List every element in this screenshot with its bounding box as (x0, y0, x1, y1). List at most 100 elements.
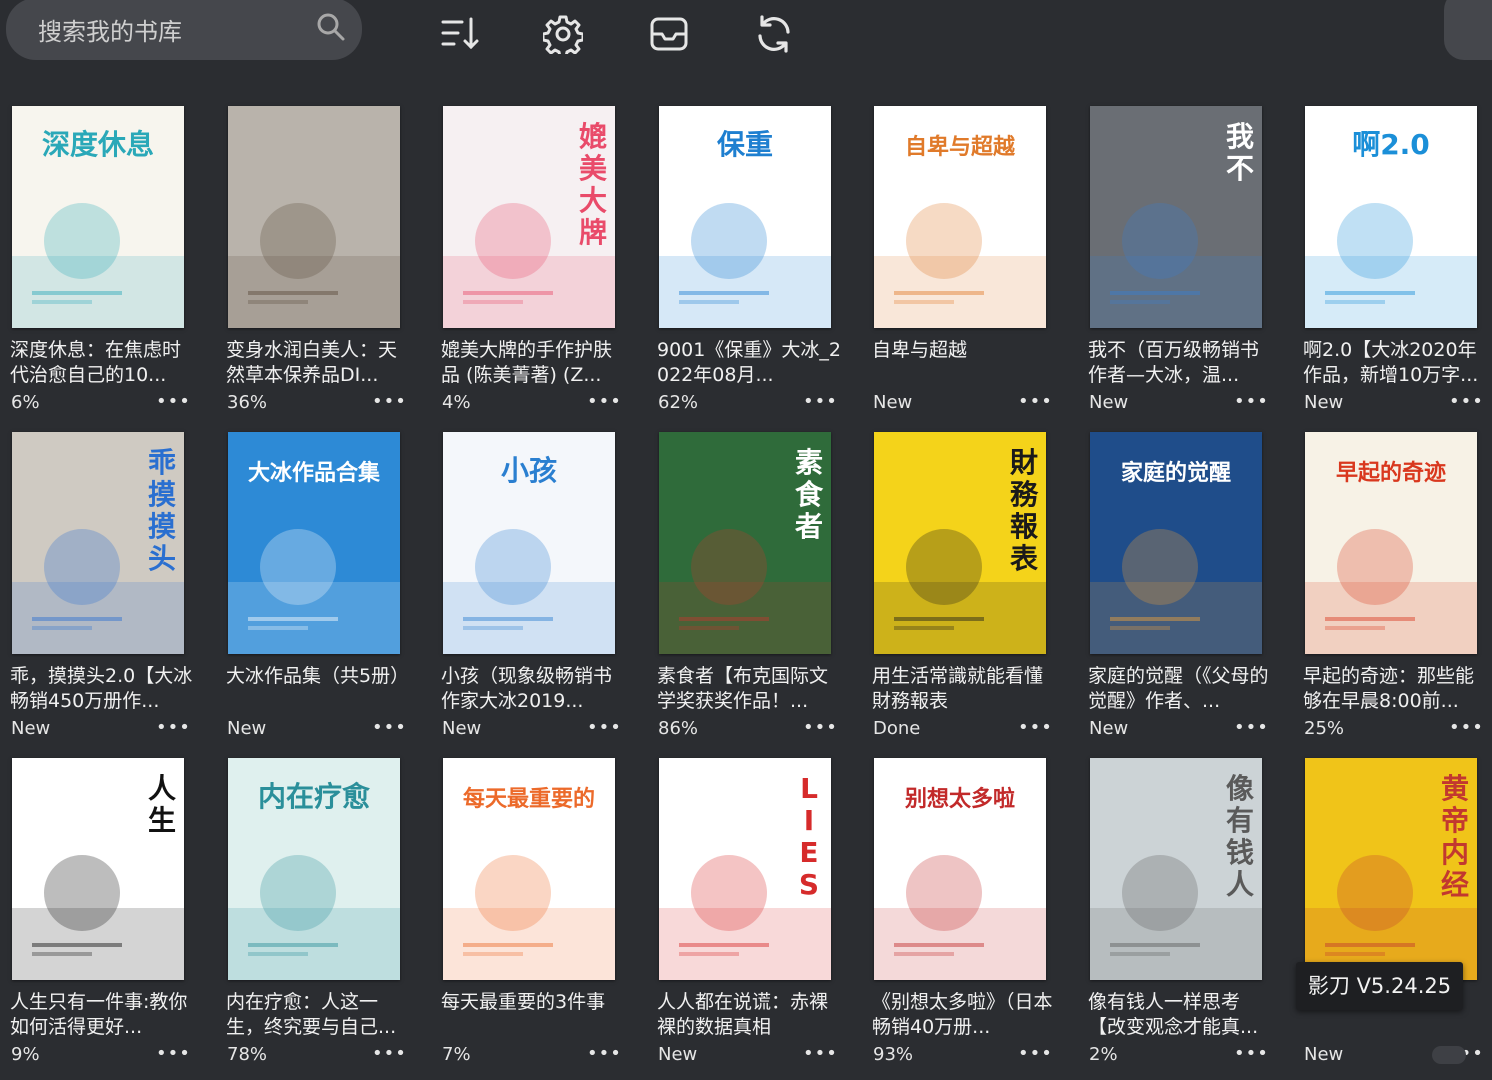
more-options-icon[interactable]: ••• (803, 717, 838, 738)
more-options-icon[interactable]: ••• (372, 717, 407, 738)
sync-icon[interactable] (754, 14, 794, 54)
book-cover[interactable]: 小孩 (443, 432, 615, 654)
book-card[interactable]: 像有钱人 像有钱人一样思考【改变观念才能真... 2% ••• (1078, 758, 1274, 1068)
book-cover[interactable] (228, 106, 400, 328)
more-options-icon[interactable]: ••• (587, 717, 622, 738)
book-cover[interactable]: 像有钱人 (1090, 758, 1262, 980)
svg-text:黄: 黄 (1441, 772, 1469, 805)
window-corner-button[interactable] (1444, 0, 1492, 60)
book-title: 《别想太多啦》（日本畅销40万册... (872, 991, 1053, 1038)
cover-art: LIES (659, 758, 831, 980)
book-title: 大冰作品集（共5册） (226, 665, 410, 687)
book-card[interactable]: 財務報表 用生活常識就能看懂財務報表 Done ••• (862, 432, 1058, 742)
reading-progress: New (1304, 1044, 1344, 1065)
reading-progress: 78% (227, 1044, 268, 1065)
book-cover[interactable]: 早起的奇迹 (1305, 432, 1477, 654)
search-input[interactable]: 搜索我的书库 (38, 12, 182, 47)
book-card[interactable]: 自卑与超越 自卑与超越 New ••• (862, 106, 1058, 416)
book-cover[interactable]: 啊2.0 (1305, 106, 1477, 328)
reading-progress: 25% (1304, 718, 1345, 739)
book-cover[interactable]: 人生 (12, 758, 184, 980)
more-options-icon[interactable]: ••• (372, 1043, 407, 1064)
book-cover[interactable]: 我不 (1090, 106, 1262, 328)
more-options-icon[interactable]: ••• (1234, 391, 1269, 412)
more-options-icon[interactable]: ••• (156, 1043, 191, 1064)
more-options-icon[interactable]: ••• (156, 717, 191, 738)
gear-icon[interactable] (543, 14, 583, 54)
book-card[interactable]: 媲美大牌 媲美大牌的手作护肤品 (陈美菁著) (Z... 4% ••• (431, 106, 627, 416)
svg-text:不: 不 (1226, 152, 1254, 185)
book-card[interactable]: 黄帝内经 译）（全六册）...New••• (1293, 758, 1489, 1068)
book-cover[interactable]: 保重 (659, 106, 831, 328)
svg-text:摸: 摸 (148, 478, 176, 511)
book-cover[interactable]: 媲美大牌 (443, 106, 615, 328)
more-options-icon[interactable]: ••• (803, 391, 838, 412)
book-card[interactable]: 内在疗愈 内在疗愈：人这一生，终究要与自己... 78% ••• (216, 758, 412, 1068)
book-card[interactable]: 家庭的觉醒 家庭的觉醒（《父母的觉醒》作者、... New ••• (1078, 432, 1274, 742)
more-options-icon[interactable]: ••• (587, 391, 622, 412)
version-tooltip: 影刀 V5.24.25 (1296, 962, 1463, 1010)
svg-text:務: 務 (1010, 478, 1039, 511)
book-cover[interactable]: 黄帝内经 (1305, 758, 1477, 980)
book-card[interactable]: 深度休息 深度休息：在焦虑时代治愈自己的10... 6% ••• (0, 106, 196, 416)
cover-art: 像有钱人 (1090, 758, 1262, 980)
book-card[interactable]: 人生 人生只有一件事:教你如何活得更好... 9% ••• (0, 758, 196, 1068)
book-card[interactable]: 每天最重要的 每天最重要的3件事 7% ••• (431, 758, 627, 1068)
search-icon[interactable] (316, 12, 346, 42)
more-options-icon[interactable]: ••• (372, 391, 407, 412)
cover-art: 啊2.0 (1305, 106, 1477, 328)
book-cover[interactable]: LIES (659, 758, 831, 980)
book-card[interactable]: 啊2.0 啊2.0【大冰2020年作品，新增10万字... New ••• (1293, 106, 1489, 416)
scrollbar-thumb[interactable] (1432, 1046, 1466, 1064)
search-bar[interactable]: 搜索我的书库 (6, 0, 362, 60)
book-card[interactable]: 素食者 素食者【布克国际文学奖获奖作品！... 86% ••• (647, 432, 843, 742)
reading-progress: Done (873, 718, 921, 739)
more-options-icon[interactable]: ••• (1018, 391, 1053, 412)
toolbar: 搜索我的书库 (0, 0, 1492, 70)
more-options-icon[interactable]: ••• (1018, 1043, 1053, 1064)
book-cover[interactable]: 内在疗愈 (228, 758, 400, 980)
book-title: 变身水润白美人：天然草本保养品DI... (226, 339, 398, 386)
book-cover[interactable]: 家庭的觉醒 (1090, 432, 1262, 654)
svg-text:摸: 摸 (148, 510, 176, 543)
more-options-icon[interactable]: ••• (1234, 717, 1269, 738)
book-cover[interactable]: 别想太多啦 (874, 758, 1046, 980)
book-card[interactable]: 变身水润白美人：天然草本保养品DI... 36% ••• (216, 106, 412, 416)
book-cover[interactable]: 每天最重要的 (443, 758, 615, 980)
book-card[interactable]: 早起的奇迹 早起的奇迹：那些能够在早晨8:00前... 25% ••• (1293, 432, 1489, 742)
more-options-icon[interactable]: ••• (1449, 717, 1484, 738)
book-card[interactable]: 小孩 小孩（现象级畅销书作家大冰2019... New ••• (431, 432, 627, 742)
book-cover[interactable]: 乖摸摸头 (12, 432, 184, 654)
svg-text:头: 头 (148, 542, 176, 575)
more-options-icon[interactable]: ••• (587, 1043, 622, 1064)
svg-text:乖: 乖 (148, 446, 176, 479)
book-card[interactable]: 我不 我不（百万级畅销书作者—大冰，温... New ••• (1078, 106, 1274, 416)
book-title: 早起的奇迹：那些能够在早晨8:00前... (1303, 665, 1475, 712)
reading-progress: 9% (11, 1044, 40, 1065)
book-card[interactable]: 别想太多啦 《别想太多啦》（日本畅销40万册... 93% ••• (862, 758, 1058, 1068)
book-title: 每天最重要的3件事 (441, 991, 606, 1013)
book-cover[interactable]: 自卑与超越 (874, 106, 1046, 328)
book-cover[interactable]: 大冰作品合集 (228, 432, 400, 654)
book-cover[interactable]: 財務報表 (874, 432, 1046, 654)
book-card[interactable]: 乖摸摸头 乖，摸摸头2.0【大冰畅销450万册作... New ••• (0, 432, 196, 742)
book-card[interactable]: 保重 9001《保重》大冰_2022年08月... 62% ••• (647, 106, 843, 416)
cover-art: 每天最重要的 (443, 758, 615, 980)
more-options-icon[interactable]: ••• (1449, 391, 1484, 412)
reading-progress: 6% (11, 392, 40, 413)
svg-text:小孩: 小孩 (501, 454, 557, 487)
book-cover[interactable]: 素食者 (659, 432, 831, 654)
book-card[interactable]: 大冰作品合集 大冰作品集（共5册） New ••• (216, 432, 412, 742)
book-title: 乖，摸摸头2.0【大冰畅销450万册作... (10, 665, 193, 712)
cover-art (228, 106, 400, 328)
more-options-icon[interactable]: ••• (1018, 717, 1053, 738)
more-options-icon[interactable]: ••• (803, 1043, 838, 1064)
more-options-icon[interactable]: ••• (1234, 1043, 1269, 1064)
more-options-icon[interactable]: ••• (156, 391, 191, 412)
book-card[interactable]: LIES 人人都在说谎：赤裸裸的数据真相 New ••• (647, 758, 843, 1068)
svg-text:像: 像 (1226, 772, 1255, 805)
book-cover[interactable]: 深度休息 (12, 106, 184, 328)
sort-icon[interactable] (440, 14, 480, 54)
reading-progress: New (873, 392, 913, 413)
inbox-icon[interactable] (649, 14, 689, 54)
